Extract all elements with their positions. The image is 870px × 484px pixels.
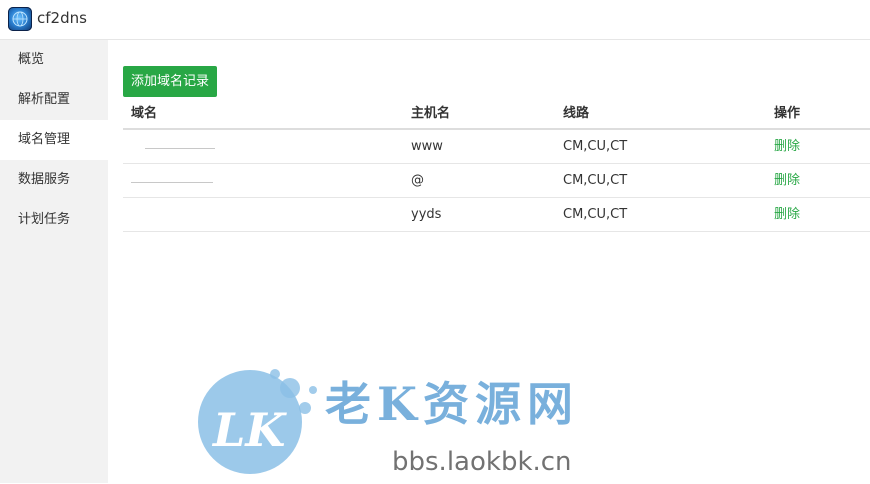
- line-cell: CM,CU,CT: [563, 173, 628, 188]
- add-domain-record-button[interactable]: 添加域名记录: [123, 66, 217, 97]
- column-header-domain: 域名: [131, 106, 158, 121]
- host-cell: @: [411, 173, 424, 188]
- sidebar-item-label: 计划任务: [18, 212, 71, 227]
- sidebar-item-data-service[interactable]: 数据服务: [0, 160, 108, 200]
- line-cell: CM,CU,CT: [563, 139, 628, 154]
- top-bar: cf2dns: [0, 0, 870, 40]
- sidebar-item-scheduled-tasks[interactable]: 计划任务: [0, 200, 108, 240]
- redacted-domain: [145, 148, 215, 149]
- table-row: @ CM,CU,CT 删除: [123, 164, 870, 198]
- svg-text:LK: LK: [211, 403, 287, 457]
- host-cell: yyds: [411, 207, 442, 222]
- table-header-row: 域名 主机名 线路 操作: [123, 97, 870, 130]
- sidebar: 概览 解析配置 域名管理 数据服务 计划任务: [0, 40, 108, 483]
- sidebar-item-overview[interactable]: 概览: [0, 40, 108, 80]
- app-title: cf2dns: [37, 9, 87, 27]
- watermark-url: bbs.laokbk.cn: [392, 447, 572, 477]
- sidebar-item-label: 域名管理: [18, 132, 71, 147]
- delete-link[interactable]: 删除: [774, 130, 800, 163]
- delete-link[interactable]: 删除: [774, 164, 800, 197]
- delete-link[interactable]: 删除: [774, 198, 800, 231]
- host-cell: www: [411, 139, 443, 154]
- column-header-line: 线路: [563, 106, 590, 121]
- line-cell: CM,CU,CT: [563, 207, 628, 222]
- watermark-text: 老K资源网: [325, 377, 579, 431]
- table-row: yyds CM,CU,CT 删除: [123, 198, 870, 232]
- table-row: www CM,CU,CT 删除: [123, 130, 870, 164]
- redacted-domain: [131, 182, 213, 183]
- globe-logo-icon: [8, 7, 32, 31]
- domain-table: 域名 主机名 线路 操作 www CM,CU,CT 删除 @ CM,CU,CT …: [123, 97, 870, 232]
- column-header-action: 操作: [774, 106, 801, 121]
- sidebar-item-domain-management[interactable]: 域名管理: [0, 120, 108, 160]
- column-header-host: 主机名: [411, 106, 451, 121]
- sidebar-item-label: 概览: [18, 52, 45, 67]
- sidebar-item-resolve-config[interactable]: 解析配置: [0, 80, 108, 120]
- sidebar-item-label: 解析配置: [18, 92, 71, 107]
- sidebar-item-label: 数据服务: [18, 172, 71, 187]
